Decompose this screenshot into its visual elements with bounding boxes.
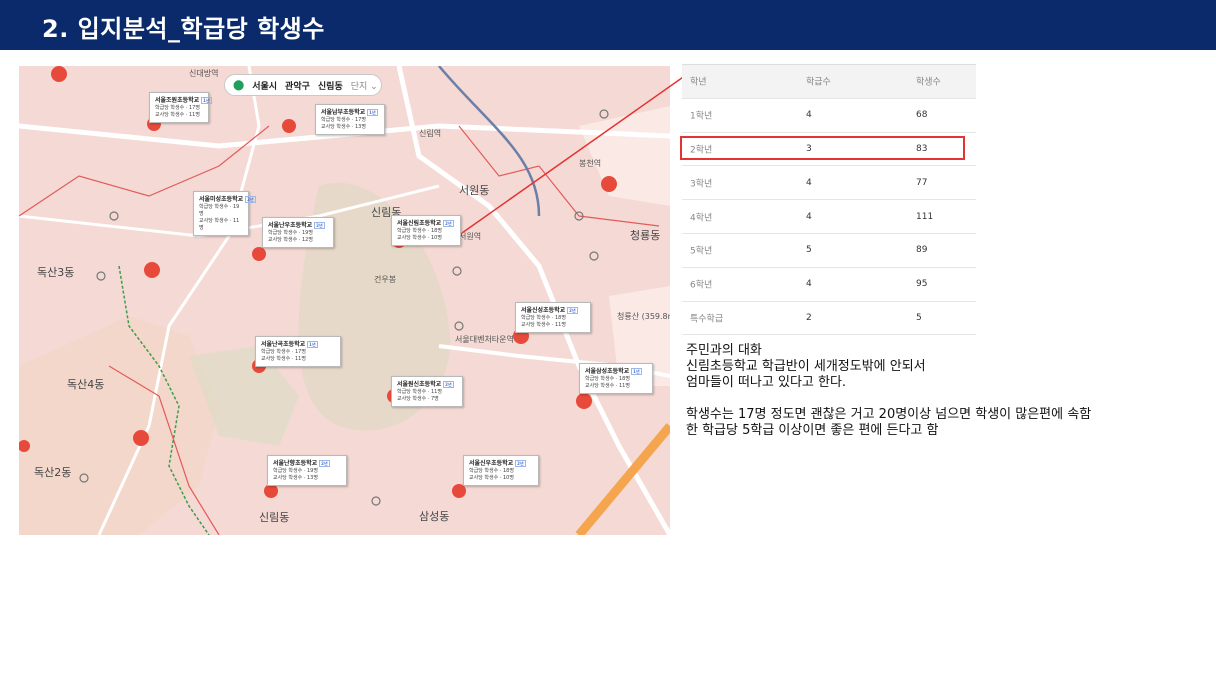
- table-row: 3학년 4 77: [682, 166, 976, 201]
- table-row: 1학년 4 68: [682, 99, 976, 133]
- table-row: 특수학급 2 5: [682, 302, 976, 336]
- note-line: 주민과의 대화: [686, 343, 762, 358]
- table-row: 6학년 4 95: [682, 268, 976, 302]
- table-row: 5학년 5 89: [682, 234, 976, 268]
- column-header: 학생수: [916, 77, 941, 88]
- resident-notes: 주민과의 대화 신림초등학교 학급반이 세개정도밖에 안되서 엄마들이 떠나고 …: [686, 343, 1091, 439]
- table-row: 4학년 4 111: [682, 200, 976, 234]
- note-line: 엄마들이 떠나고 있다고 한다.: [686, 375, 847, 390]
- column-header: 학급수: [806, 77, 831, 88]
- highlight-box: [680, 136, 965, 160]
- note-line: 한 학급당 5학급 이상이면 좋은 편에 든다고 함: [686, 423, 939, 438]
- callout-arrow: [461, 66, 699, 234]
- note-line: 신림초등학교 학급반이 세개정도밖에 안되서: [686, 359, 926, 374]
- table-header-row: 학년 학급수 학생수: [682, 65, 976, 99]
- column-header: 학년: [690, 77, 707, 88]
- note-line: 학생수는 17명 정도면 괜찮은 거고 20명이상 넘으면 학생이 많은편에 속…: [686, 407, 1092, 422]
- class-size-table: 학년 학급수 학생수 1학년 4 68 2학년 3 83 3학년 4 77 4학년 4 111 …: [682, 64, 976, 336]
